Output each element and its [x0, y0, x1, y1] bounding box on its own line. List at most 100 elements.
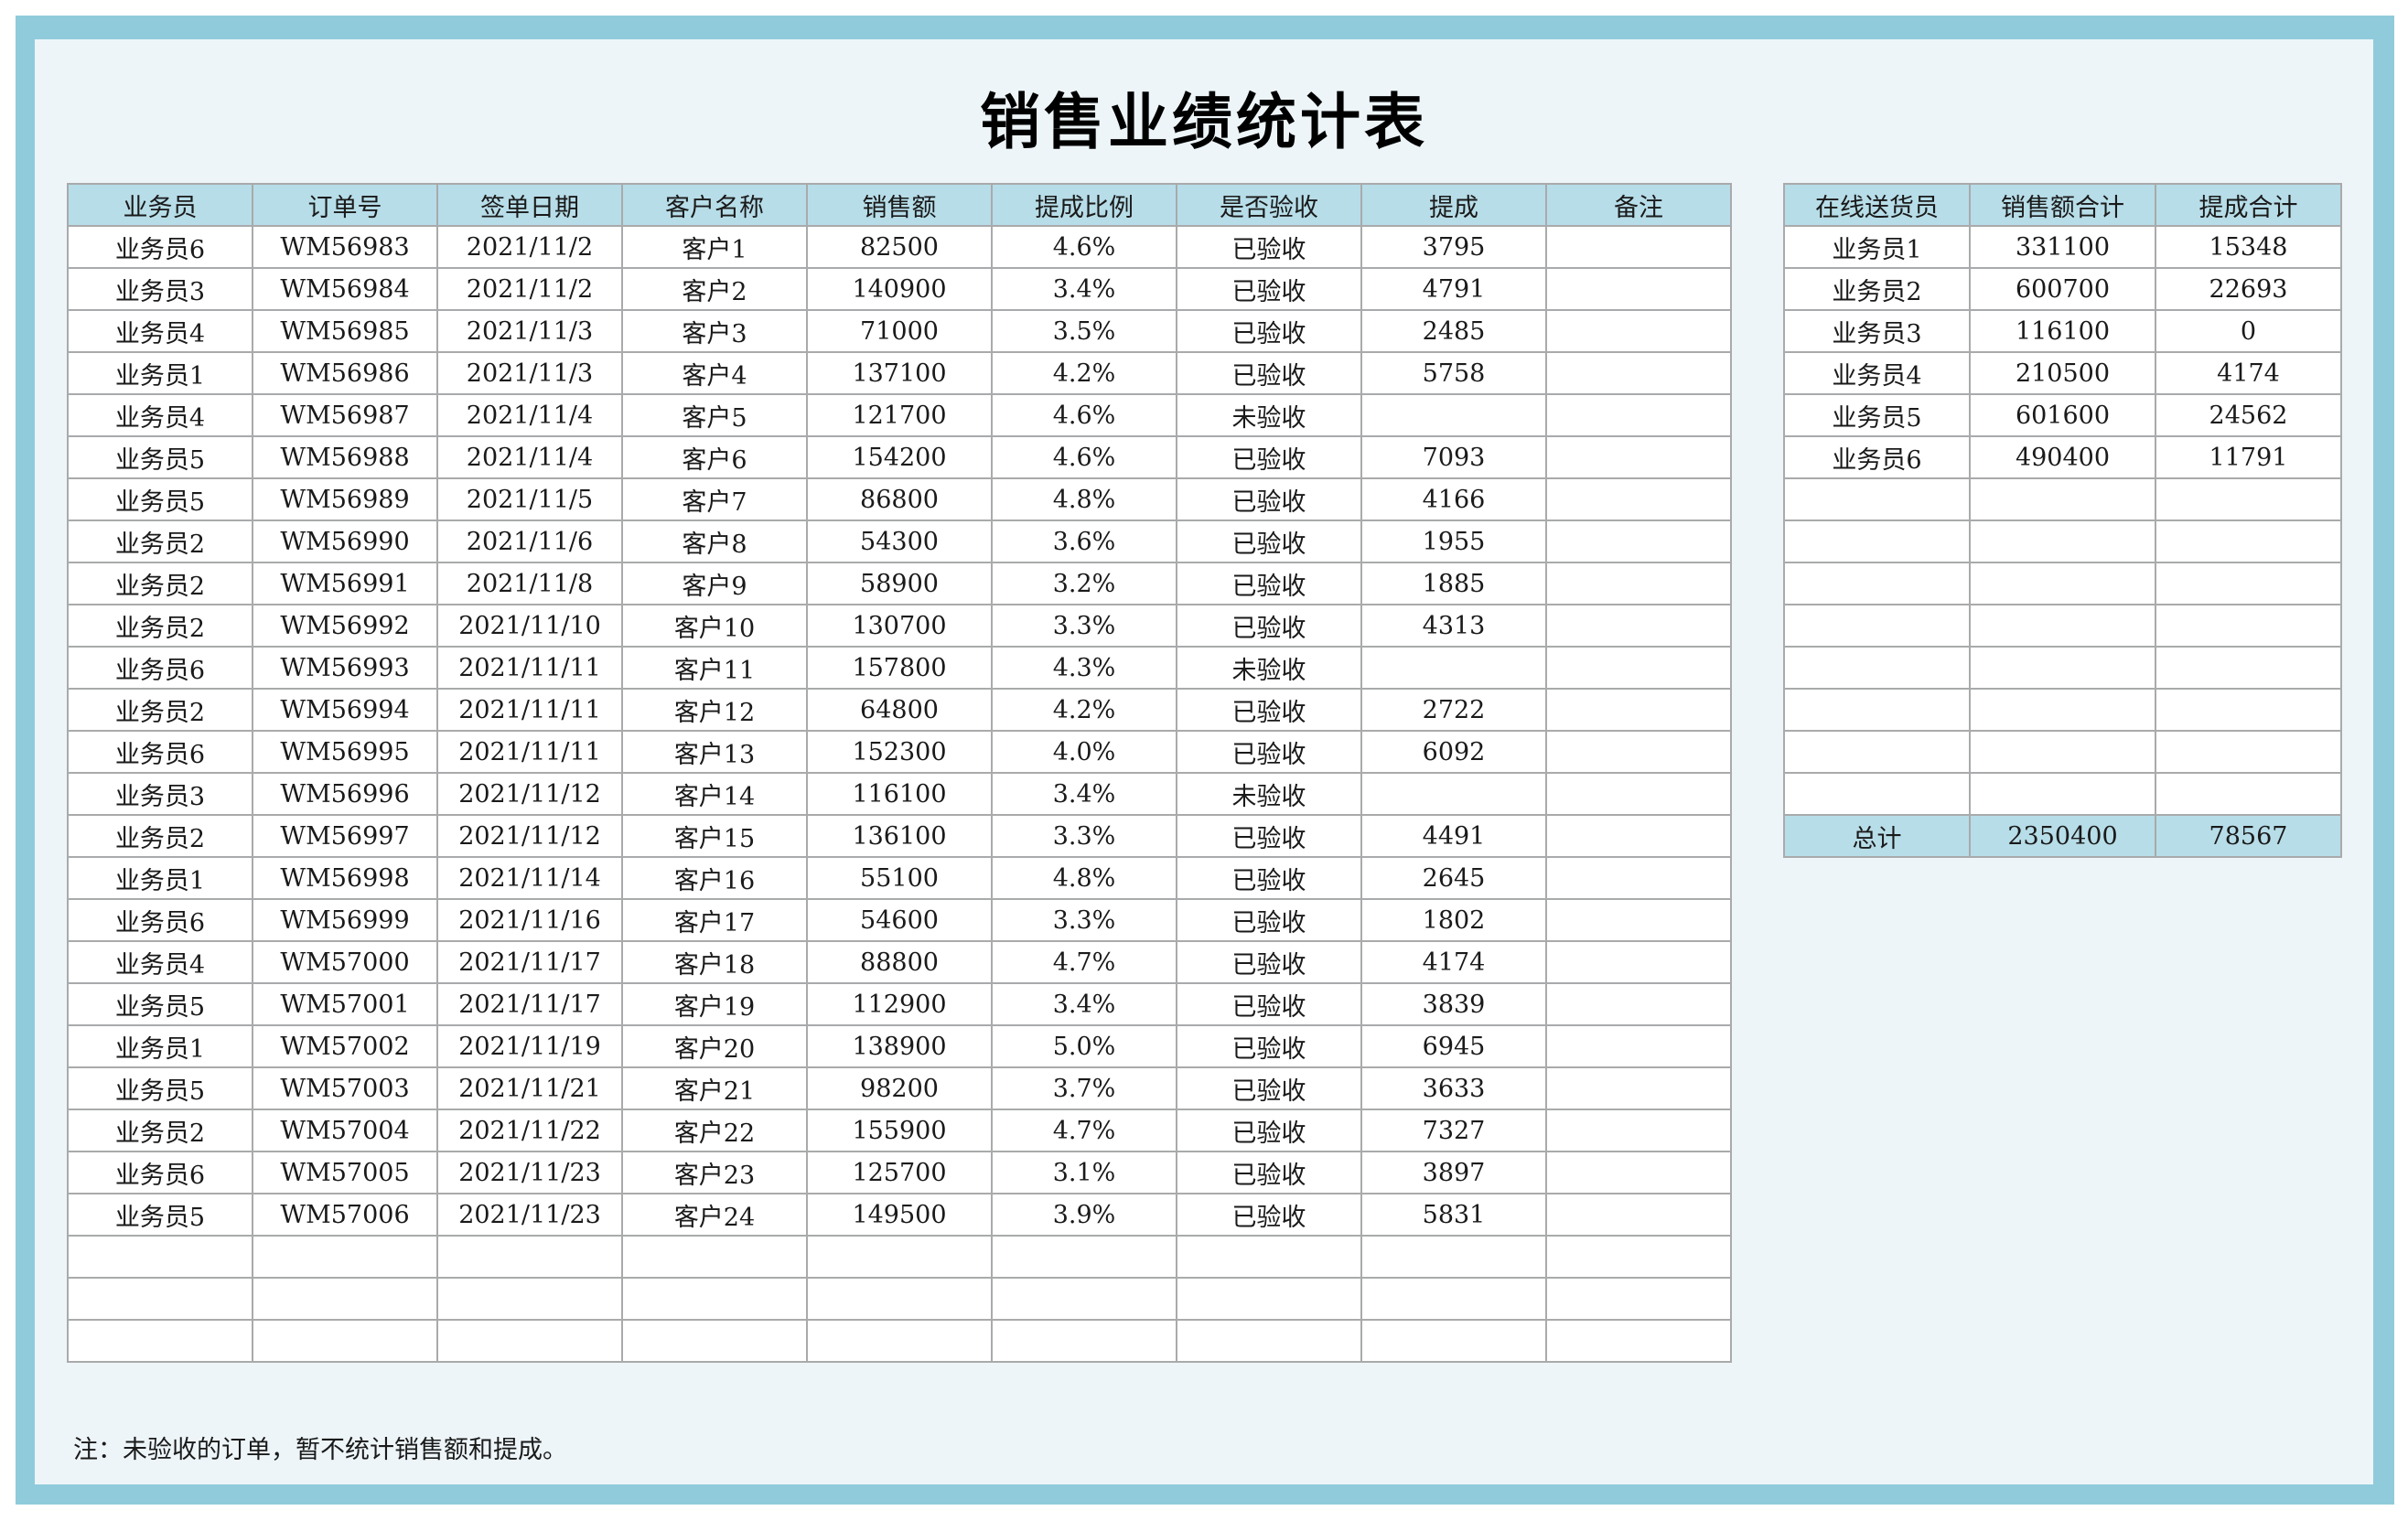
sales-table-cell[interactable]: 2021/11/12 [436, 814, 623, 858]
sales-table-cell[interactable]: 客户3 [621, 309, 808, 353]
sales-table-cell[interactable]: 客户4 [621, 351, 808, 395]
sales-table-cell[interactable]: 3.2% [991, 562, 1177, 605]
summary-table-cell[interactable]: 15348 [2155, 225, 2342, 269]
sales-table-cell[interactable]: 业务员2 [67, 519, 253, 563]
sales-table-cell[interactable]: 2021/11/3 [436, 309, 623, 353]
sales-table-cell[interactable]: WM56988 [252, 435, 438, 479]
sales-table-cell[interactable]: 业务员5 [67, 982, 253, 1026]
sales-table-cell[interactable]: 3.4% [991, 982, 1177, 1026]
sales-table-cell[interactable] [806, 1235, 993, 1279]
sales-table-cell[interactable]: 客户12 [621, 688, 808, 732]
sales-table-cell[interactable]: 2021/11/23 [436, 1151, 623, 1194]
sales-table-cell[interactable]: WM56995 [252, 730, 438, 774]
summary-table-cell[interactable] [1783, 477, 1971, 521]
sales-table-cell[interactable]: 3.3% [991, 814, 1177, 858]
sales-table-cell[interactable]: 业务员2 [67, 562, 253, 605]
sales-table-cell[interactable]: 3.1% [991, 1151, 1177, 1194]
sales-table-cell[interactable]: 55100 [806, 856, 993, 900]
sales-table-cell[interactable] [252, 1277, 438, 1321]
sales-table-cell[interactable]: 4.6% [991, 225, 1177, 269]
sales-table-cell[interactable]: 客户17 [621, 898, 808, 942]
sales-table-cell[interactable]: 已验收 [1176, 814, 1362, 858]
sales-table-cell[interactable]: 2021/11/11 [436, 688, 623, 732]
sales-table-cell[interactable]: 业务员5 [67, 1193, 253, 1237]
sales-table-cell[interactable]: 3.7% [991, 1066, 1177, 1110]
sales-table-cell[interactable] [1545, 856, 1732, 900]
sales-table-cell[interactable] [1360, 1319, 1547, 1363]
sales-table-cell[interactable] [1545, 898, 1732, 942]
sales-table-cell[interactable]: 154200 [806, 435, 993, 479]
sales-table-cell[interactable]: WM57005 [252, 1151, 438, 1194]
sales-table-cell[interactable]: 1955 [1360, 519, 1547, 563]
sales-table-cell[interactable]: 客户16 [621, 856, 808, 900]
sales-table-cell[interactable]: WM56990 [252, 519, 438, 563]
sales-table-cell[interactable]: 4174 [1360, 940, 1547, 984]
sales-table-cell[interactable] [436, 1235, 623, 1279]
sales-table-cell[interactable]: 业务员1 [67, 351, 253, 395]
sales-table-cell[interactable]: 137100 [806, 351, 993, 395]
sales-table-cell[interactable]: 2021/11/17 [436, 982, 623, 1026]
sales-table-cell[interactable]: 2021/11/11 [436, 646, 623, 690]
sales-table-cell[interactable]: WM56984 [252, 267, 438, 311]
sales-table-cell[interactable] [1545, 351, 1732, 395]
sales-table-cell[interactable] [1545, 604, 1732, 648]
sales-table-cell[interactable] [1360, 1235, 1547, 1279]
sales-table-cell[interactable]: 4.8% [991, 856, 1177, 900]
sales-table-cell[interactable] [991, 1235, 1177, 1279]
sales-table-cell[interactable]: 未验收 [1176, 393, 1362, 437]
sales-table-cell[interactable]: 152300 [806, 730, 993, 774]
sales-table-cell[interactable]: 2021/11/2 [436, 225, 623, 269]
sales-table-cell[interactable]: 1802 [1360, 898, 1547, 942]
summary-table-cell[interactable]: 业务员6 [1783, 435, 1971, 479]
sales-table-cell[interactable]: WM56994 [252, 688, 438, 732]
sales-table-cell[interactable]: 157800 [806, 646, 993, 690]
sales-table-cell[interactable]: 客户13 [621, 730, 808, 774]
sales-table-cell[interactable]: 客户18 [621, 940, 808, 984]
sales-table-cell[interactable]: 已验收 [1176, 856, 1362, 900]
sales-table-cell[interactable]: 业务员1 [67, 1024, 253, 1068]
sales-table-cell[interactable]: 5831 [1360, 1193, 1547, 1237]
summary-table-cell[interactable]: 600700 [1969, 267, 2156, 311]
sales-table-cell[interactable] [1545, 519, 1732, 563]
sales-table-cell[interactable] [621, 1277, 808, 1321]
sales-table-cell[interactable]: 2021/11/23 [436, 1193, 623, 1237]
sales-table-cell[interactable]: 已验收 [1176, 435, 1362, 479]
sales-table-cell[interactable]: 客户11 [621, 646, 808, 690]
summary-table-cell[interactable] [2155, 646, 2342, 690]
sales-table-cell[interactable]: 已验收 [1176, 982, 1362, 1026]
sales-table-cell[interactable]: WM56991 [252, 562, 438, 605]
sales-table-cell[interactable]: 已验收 [1176, 225, 1362, 269]
sales-table-cell[interactable]: 业务员4 [67, 393, 253, 437]
sales-table-cell[interactable] [1176, 1235, 1362, 1279]
sales-table-cell[interactable]: 2021/11/17 [436, 940, 623, 984]
sales-table-cell[interactable]: 已验收 [1176, 730, 1362, 774]
sales-table-cell[interactable]: 2645 [1360, 856, 1547, 900]
sales-table-cell[interactable]: 已验收 [1176, 688, 1362, 732]
sales-table-cell[interactable]: 业务员2 [67, 814, 253, 858]
sales-table-cell[interactable]: 2021/11/2 [436, 267, 623, 311]
sales-table-cell[interactable] [1545, 814, 1732, 858]
sales-table-cell[interactable]: 已验收 [1176, 309, 1362, 353]
sales-table-cell[interactable]: 112900 [806, 982, 993, 1026]
sales-table-cell[interactable]: 2722 [1360, 688, 1547, 732]
summary-table-cell[interactable]: 210500 [1969, 351, 2156, 395]
sales-table-cell[interactable] [67, 1277, 253, 1321]
sales-table-cell[interactable]: 客户6 [621, 435, 808, 479]
sales-table-cell[interactable]: WM56989 [252, 477, 438, 521]
sales-table-cell[interactable]: WM57001 [252, 982, 438, 1026]
sales-table-cell[interactable]: WM56992 [252, 604, 438, 648]
summary-table-total-cell[interactable]: 总计 [1783, 814, 1971, 858]
summary-table-cell[interactable] [1969, 519, 2156, 563]
sales-table-cell[interactable]: 3.3% [991, 898, 1177, 942]
sales-table-cell[interactable]: 4.6% [991, 435, 1177, 479]
sales-table-cell[interactable]: 业务员2 [67, 604, 253, 648]
summary-table-cell[interactable] [2155, 772, 2342, 816]
sales-table-cell[interactable] [991, 1319, 1177, 1363]
sales-table-cell[interactable]: 客户1 [621, 225, 808, 269]
sales-table-cell[interactable] [1545, 1151, 1732, 1194]
sales-table-cell[interactable]: WM56993 [252, 646, 438, 690]
sales-table-cell[interactable] [1360, 772, 1547, 816]
sales-table-cell[interactable]: WM57004 [252, 1109, 438, 1152]
summary-table-cell[interactable]: 0 [2155, 309, 2342, 353]
sales-table-cell[interactable]: 2021/11/10 [436, 604, 623, 648]
